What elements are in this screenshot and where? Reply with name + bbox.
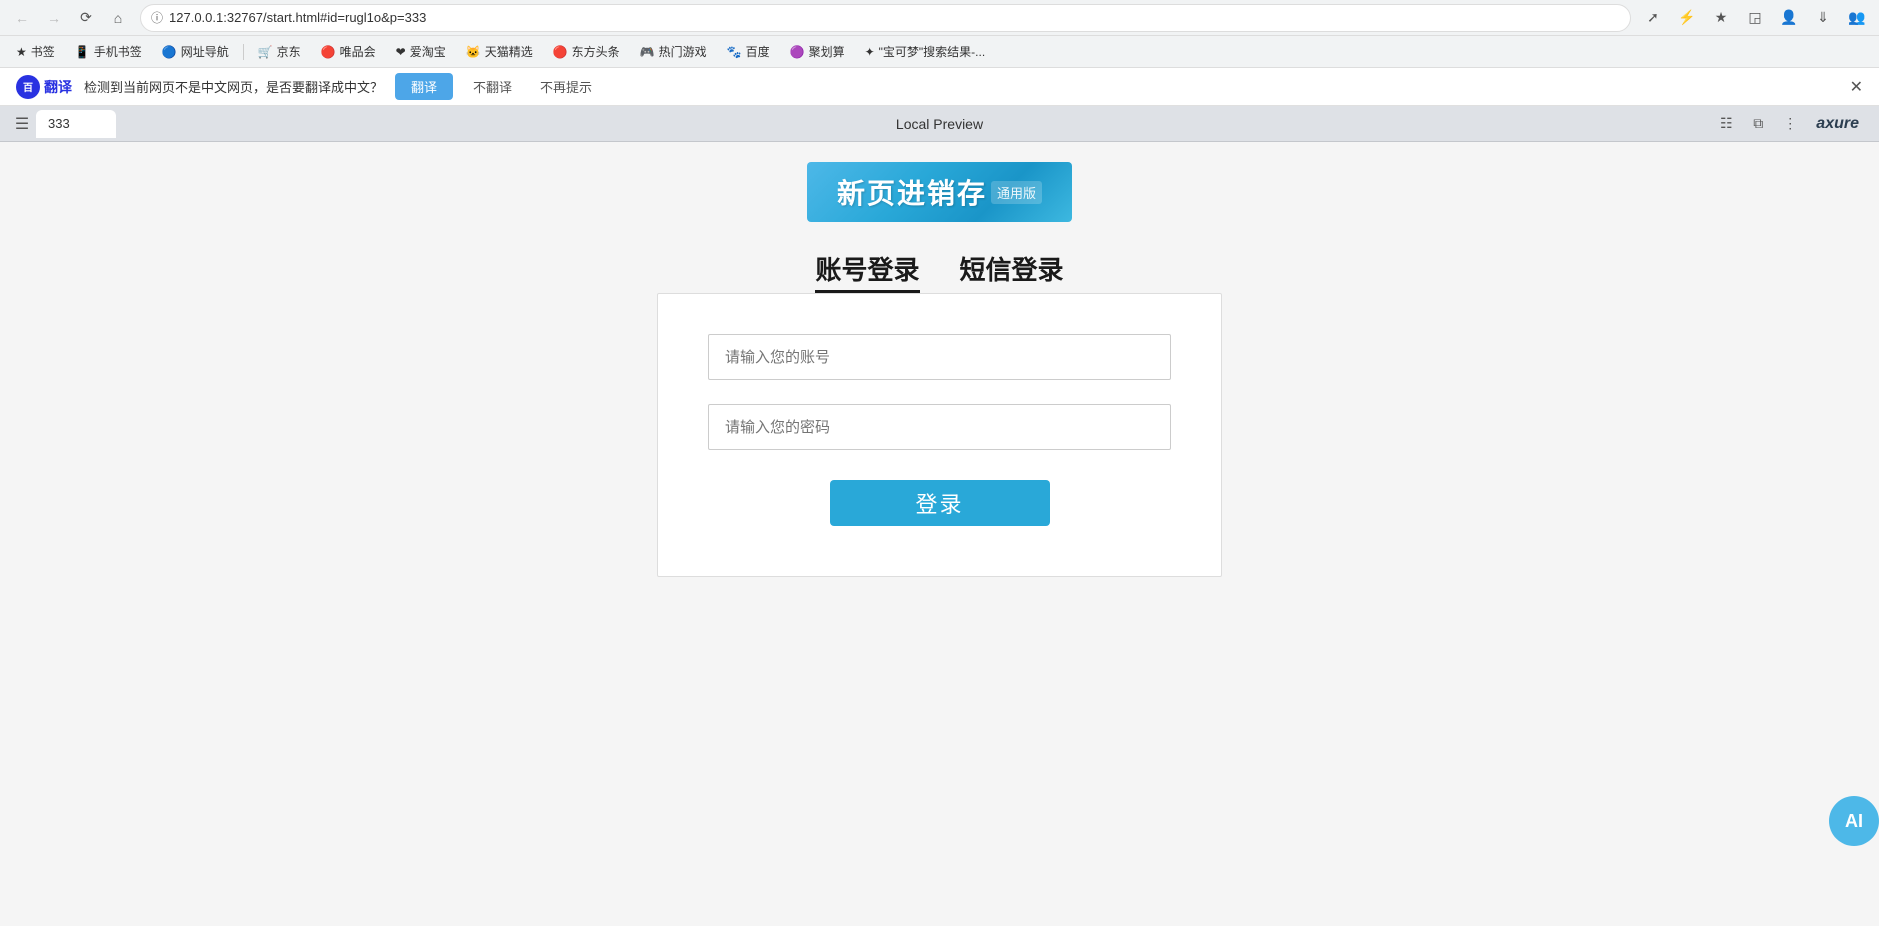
browser-right-icons: ➚ ⚡ ★ ◲ 👤 ⇓ 👥 (1639, 4, 1871, 32)
username-input[interactable] (708, 334, 1171, 380)
login-button[interactable]: 登录 (830, 480, 1050, 526)
bookmark-item-baidu[interactable]: 🐾 百度 (719, 40, 778, 63)
logo-main-text: 新页进销存 (837, 172, 987, 212)
bookmark-label: "宝可梦"搜索结果-... (879, 43, 986, 60)
tab-title: 333 (48, 116, 70, 131)
address-text: 127.0.0.1:32767/start.html#id=rugl1o&p=3… (169, 10, 426, 25)
baidu-logo: 百 翻译 (16, 75, 72, 99)
jd-icon: 🛒 (258, 45, 273, 59)
dongfang-icon: 🔴 (553, 45, 568, 59)
bookmark-label: 爱淘宝 (410, 43, 446, 60)
active-tab[interactable]: 333 (36, 110, 116, 138)
password-group (708, 404, 1171, 450)
reader-mode-button[interactable]: ☷ (1712, 110, 1740, 138)
forward-button[interactable]: → (40, 4, 68, 32)
tab-menu-button[interactable]: ☰ (8, 110, 36, 138)
tab-sms-login[interactable]: 短信登录 (960, 250, 1064, 293)
username-group (708, 334, 1171, 380)
bookmark-label: 热门游戏 (659, 43, 707, 60)
games-icon: 🎮 (640, 45, 655, 59)
back-button[interactable]: ← (8, 4, 36, 32)
bookmark-label: 聚划算 (809, 43, 845, 60)
bookmark-item-taobao[interactable]: ❤ 爱淘宝 (388, 40, 454, 63)
bookmark-label: 手机书签 (94, 43, 142, 60)
axure-logo: axure (1808, 115, 1867, 133)
main-content: 新页进销存 通用版 账号登录 短信登录 登录 (0, 142, 1879, 926)
bookmark-label: 天猫精选 (485, 43, 533, 60)
bookmark-label: 京东 (277, 43, 301, 60)
profile-button[interactable]: 👤 (1775, 4, 1803, 32)
bookmark-item-tmall[interactable]: 🐱 天猫精选 (458, 40, 541, 63)
bookmarks-bar: ★ 书签 📱 手机书签 🔵 网址导航 🛒 京东 🔴 唯品会 ❤ 爱淘宝 🐱 天猫… (0, 36, 1879, 68)
bookmark-label: 书签 (31, 43, 55, 60)
page-title-center: Local Preview (896, 116, 983, 132)
account-button[interactable]: 👥 (1843, 4, 1871, 32)
home-button[interactable]: ⌂ (104, 4, 132, 32)
login-tabs: 账号登录 短信登录 (815, 250, 1063, 293)
login-form-box: 登录 (657, 293, 1222, 577)
password-input[interactable] (708, 404, 1171, 450)
extensions-button[interactable]: ◲ (1741, 4, 1769, 32)
page-container: 新页进销存 通用版 账号登录 短信登录 登录 (600, 162, 1280, 906)
translation-message: 检测到当前网页不是中文网页，是否要翻译成中文？ (84, 77, 383, 96)
nav-icon: 🔵 (162, 45, 177, 59)
split-view-button[interactable]: ⧉ (1744, 110, 1772, 138)
translation-bar: 百 翻译 检测到当前网页不是中文网页，是否要翻译成中文？ 翻译 不翻译 不再提示… (0, 68, 1879, 106)
browser-chrome: ← → ⟳ ⌂ ⓘ 127.0.0.1:32767/start.html#id=… (0, 0, 1879, 142)
close-translation-button[interactable]: ✕ (1850, 77, 1863, 97)
address-bar[interactable]: ⓘ 127.0.0.1:32767/start.html#id=rugl1o&p… (140, 4, 1631, 32)
juhui-icon: 🟣 (790, 45, 805, 59)
bookmark-item-jd[interactable]: 🛒 京东 (250, 40, 309, 63)
bookmark-star-button[interactable]: ★ (1707, 4, 1735, 32)
mobile-icon: 📱 (75, 45, 90, 59)
top-bar: ← → ⟳ ⌂ ⓘ 127.0.0.1:32767/start.html#id=… (0, 0, 1879, 36)
tab-bar: ☰ 333 Local Preview ☷ ⧉ ⋮ axure (0, 106, 1879, 142)
lock-icon: ⓘ (151, 9, 163, 26)
bookmark-icon: ★ (16, 45, 27, 59)
translate-button[interactable]: 翻译 (395, 73, 453, 100)
bookmark-item-games[interactable]: 🎮 热门游戏 (632, 40, 715, 63)
no-translate-button[interactable]: 不翻译 (465, 73, 520, 100)
bookmark-label: 东方头条 (572, 43, 620, 60)
bookmark-separator (243, 44, 244, 60)
wepin-icon: 🔴 (321, 45, 336, 59)
download-button[interactable]: ⇓ (1809, 4, 1837, 32)
logo-banner: 新页进销存 通用版 (807, 162, 1072, 222)
taobao-icon: ❤ (396, 45, 406, 59)
nav-buttons: ← → ⟳ ⌂ (8, 4, 132, 32)
lightning-button[interactable]: ⚡ (1673, 4, 1701, 32)
bookmark-label: 唯品会 (340, 43, 376, 60)
never-translate-button[interactable]: 不再提示 (532, 73, 600, 100)
bookmark-item-nav[interactable]: 🔵 网址导航 (154, 40, 237, 63)
baidu-icon: 🐾 (727, 45, 742, 59)
bookmark-item-doraemon[interactable]: ✦ "宝可梦"搜索结果-... (857, 40, 994, 63)
bookmark-item-dongfang[interactable]: 🔴 东方头条 (545, 40, 628, 63)
bookmark-label: 网址导航 (181, 43, 229, 60)
doraemon-icon: ✦ (865, 45, 875, 59)
bookmark-label: 百度 (746, 43, 770, 60)
bookmark-item-wepin[interactable]: 🔴 唯品会 (313, 40, 384, 63)
browser-toolbar-right: ☷ ⧉ ⋮ axure (1712, 110, 1871, 138)
tmall-icon: 🐱 (466, 45, 481, 59)
ai-label: AI (1845, 811, 1863, 832)
reload-button[interactable]: ⟳ (72, 4, 100, 32)
baidu-paw-icon: 百 (16, 75, 40, 99)
more-button[interactable]: ⋮ (1776, 110, 1804, 138)
bookmark-item-juhui[interactable]: 🟣 聚划算 (782, 40, 853, 63)
logo-sub-text: 通用版 (991, 181, 1042, 204)
bookmark-item-bookmarks[interactable]: ★ 书签 (8, 40, 63, 63)
share-button[interactable]: ➚ (1639, 4, 1667, 32)
bookmark-item-mobile[interactable]: 📱 手机书签 (67, 40, 150, 63)
tab-account-login[interactable]: 账号登录 (815, 250, 919, 293)
baidu-translate-label: 翻译 (44, 77, 72, 97)
floating-ai-button[interactable]: AI (1829, 796, 1879, 846)
